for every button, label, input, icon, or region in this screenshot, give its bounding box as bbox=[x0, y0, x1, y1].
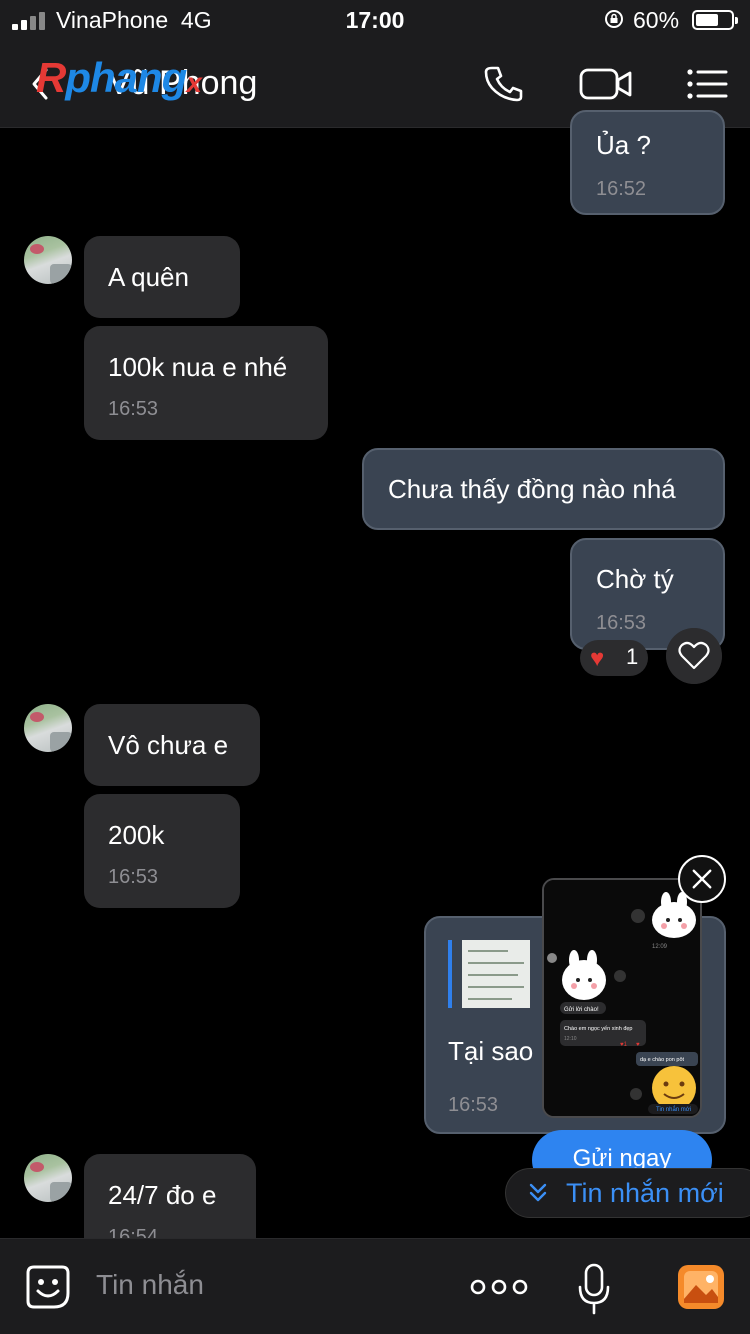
svg-text:dạ e chào pon pôt: dạ e chào pon pôt bbox=[640, 1057, 685, 1063]
svg-text:Tin nhắn mới: Tin nhắn mới bbox=[656, 1106, 691, 1113]
new-messages-button[interactable]: Tin nhắn mới bbox=[505, 1168, 750, 1218]
message-text: 200k bbox=[108, 820, 165, 850]
message-in[interactable]: 24/7 đo e 16:54 bbox=[84, 1154, 256, 1238]
battery-icon bbox=[692, 10, 738, 30]
sticker-preview-popup[interactable]: 12:09 Gửi lời chào! Chào em ngọc yến xin… bbox=[542, 878, 702, 1118]
watermark-logo: Rphangx bbox=[36, 54, 202, 101]
message-text: Chưa thấy đồng nào nhá bbox=[388, 474, 676, 504]
message-text: Chờ tý bbox=[596, 564, 674, 594]
svg-text:♥1: ♥1 bbox=[620, 1042, 628, 1048]
message-out[interactable]: Ủa ? 16:52 bbox=[570, 110, 725, 215]
video-call-icon[interactable] bbox=[578, 62, 634, 106]
microphone-icon[interactable] bbox=[578, 1263, 610, 1315]
sticker-icon[interactable] bbox=[24, 1263, 72, 1311]
battery-percentage: 60% bbox=[633, 7, 680, 33]
phone-call-icon[interactable] bbox=[480, 62, 528, 106]
attachment-thumbnail[interactable] bbox=[462, 940, 530, 1008]
svg-text:Gửi lời chào!: Gửi lời chào! bbox=[564, 1006, 599, 1013]
reaction-badge[interactable]: ♥ 1 bbox=[580, 640, 648, 676]
message-time: 16:54 bbox=[108, 1226, 159, 1238]
message-time: 16:53 bbox=[108, 398, 159, 420]
avatar[interactable] bbox=[24, 236, 72, 284]
rotation-lock-icon bbox=[605, 10, 623, 28]
avatar[interactable] bbox=[24, 704, 72, 752]
composer-bar: Tin nhắn bbox=[0, 1238, 750, 1334]
message-in[interactable]: 200k 16:53 bbox=[84, 794, 240, 908]
heart-icon: ♥ bbox=[590, 645, 605, 672]
like-heart-button[interactable] bbox=[666, 628, 722, 684]
message-text: 100k nua e nhé bbox=[108, 352, 288, 382]
message-text: Ủa ? bbox=[596, 130, 651, 160]
message-in[interactable]: 100k nua e nhé 16:53 bbox=[84, 326, 328, 440]
close-preview-button[interactable] bbox=[678, 855, 726, 903]
message-time: 16:52 bbox=[596, 178, 647, 200]
image-gallery-icon[interactable] bbox=[676, 1263, 726, 1311]
message-text: A quên bbox=[108, 262, 189, 292]
message-time: 16:53 bbox=[448, 1094, 499, 1116]
quote-bar bbox=[448, 940, 452, 1008]
svg-text:Chào em ngọc yến xinh đẹp: Chào em ngọc yến xinh đẹp bbox=[564, 1026, 633, 1032]
message-text: 24/7 đo e bbox=[108, 1180, 217, 1210]
avatar[interactable] bbox=[24, 1154, 72, 1202]
message-input[interactable]: Tin nhắn bbox=[96, 1269, 204, 1301]
svg-text:12:09: 12:09 bbox=[652, 944, 668, 950]
svg-text:♥: ♥ bbox=[636, 1042, 640, 1048]
preview-content: 12:09 Gửi lời chào! Chào em ngọc yến xin… bbox=[544, 880, 700, 1116]
message-text: Vô chưa e bbox=[108, 730, 229, 760]
message-out[interactable]: Chưa thấy đồng nào nhá bbox=[362, 448, 725, 530]
message-time: 16:53 bbox=[596, 612, 647, 634]
svg-text:12:10: 12:10 bbox=[564, 1036, 577, 1042]
more-options-icon[interactable] bbox=[470, 1277, 528, 1297]
message-in[interactable]: A quên bbox=[84, 236, 240, 318]
new-messages-label: Tin nhắn mới bbox=[566, 1178, 724, 1208]
reaction-count: 1 bbox=[626, 644, 639, 669]
message-in[interactable]: Vô chưa e bbox=[84, 704, 260, 786]
status-bar: VinaPhone 4G 17:00 60% bbox=[0, 0, 750, 40]
double-chevron-down-icon bbox=[529, 1183, 547, 1202]
message-text: Tại sao bbox=[448, 1036, 534, 1066]
menu-icon[interactable] bbox=[684, 62, 732, 106]
message-time: 16:53 bbox=[108, 866, 159, 888]
